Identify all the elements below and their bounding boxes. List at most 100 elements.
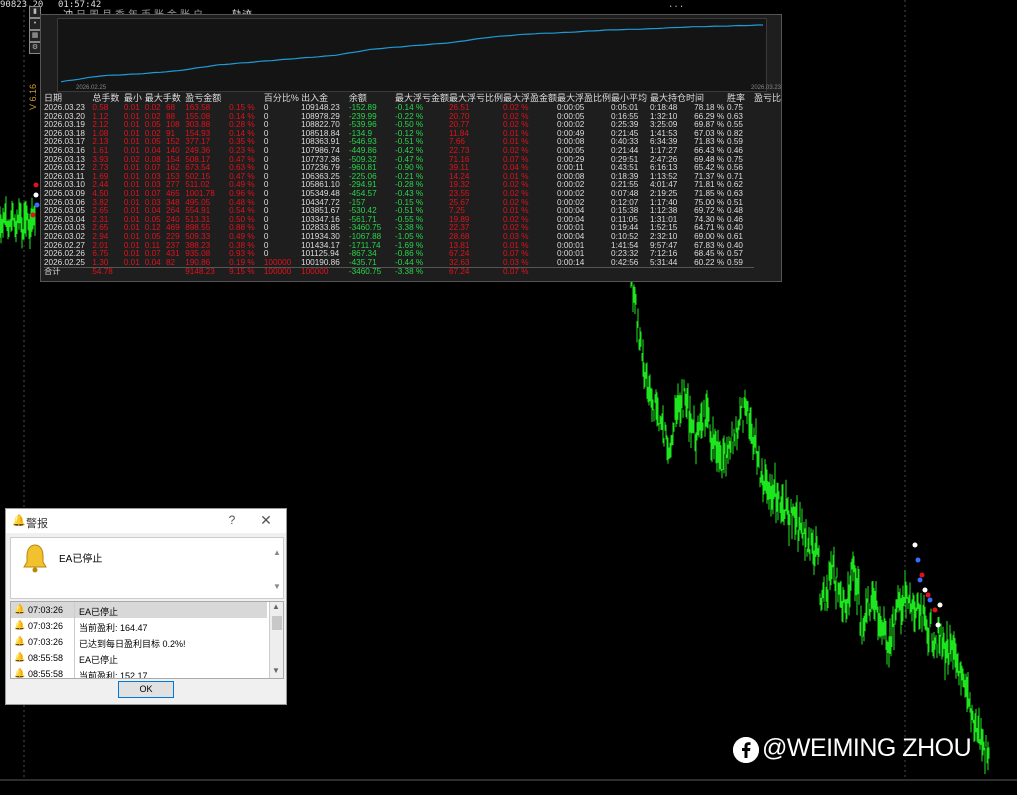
table-cell: 0 [263, 111, 269, 121]
equity-curve-chart: 2026.02.25 2026.03.23 [57, 18, 781, 92]
chevron-up-icon[interactable]: ▲ [273, 548, 281, 557]
table-cell: 60.22 % [694, 257, 725, 267]
table-cell: 0 [263, 206, 269, 216]
column-separator [74, 650, 75, 666]
column-header[interactable]: 百分比% [264, 91, 301, 104]
bell-icon: 🔔 [14, 652, 26, 662]
trade-marker [919, 572, 925, 578]
daily-stats-table: 日期 总手数 最小 最大手数 盈亏金额 百分比% 出入金 余额 最大浮亏金额 最大浮亏比例 最大浮盈… [44, 91, 781, 277]
total-cell [650, 267, 695, 277]
table-cell: 0 [263, 180, 269, 190]
trade-marker [932, 607, 938, 613]
trade-marker [33, 192, 39, 198]
alert-list-item[interactable]: 🔔 08:55:58 当前盈利: 152.17 [11, 666, 267, 679]
total-cell: 100000 [263, 267, 302, 277]
watermark-label: @WEIMING ZHOU [762, 734, 972, 762]
total-cell [144, 267, 166, 277]
alert-time: 07:03:26 [28, 637, 64, 647]
alert-text: EA已停止 [79, 655, 119, 665]
column-separator [74, 634, 75, 650]
alert-list-item[interactable]: 🔔 07:03:26 EA已停止 [11, 602, 267, 618]
total-cell: -3460.75 [348, 267, 395, 277]
chevron-down-icon[interactable]: ▼ [273, 582, 281, 591]
trade-marker [922, 587, 928, 593]
list-scrollbar[interactable]: ▲ ▼ [269, 602, 283, 678]
total-cell: 9.15 % [229, 267, 264, 277]
alert-titlebar: 🔔 警报 ? ✕ [6, 509, 286, 533]
trade-marker [935, 622, 941, 628]
table-cell: 0 [263, 154, 269, 164]
watermark-text: @WEIMING ZHOU [732, 734, 972, 763]
trade-marker [917, 577, 923, 583]
alert-text: 已达到每日盈利目标 0.2%! [79, 639, 186, 649]
bell-icon: 🔔 [14, 636, 26, 646]
close-button[interactable]: ✕ [258, 512, 274, 529]
column-separator [74, 602, 75, 618]
table-cell: 0 [263, 145, 269, 155]
chevron-down-icon[interactable]: ▼ [272, 666, 280, 675]
top-right-text: ... [668, 0, 685, 10]
total-cell [165, 267, 186, 277]
total-cell [611, 267, 650, 277]
trade-marker [912, 542, 918, 548]
table-cell: 0 [263, 137, 269, 147]
trade-marker [927, 597, 933, 603]
bell-icon [23, 544, 47, 573]
equity-line [60, 24, 763, 83]
trade-marker [915, 557, 921, 563]
total-cell [694, 267, 728, 277]
alert-history-list[interactable]: 🔔 07:03:26 EA已停止 🔔 07:03:26 当前盈利: 164.47 🔔 07:0… [10, 601, 284, 679]
table-cell: 0 [263, 197, 269, 207]
total-cell [557, 267, 612, 277]
alert-title: 警报 [26, 518, 48, 530]
ok-button[interactable]: OK [118, 681, 174, 698]
version-label: V 6.16 [28, 84, 38, 111]
table-cell: 0:00:14 [557, 257, 585, 267]
chevron-up-icon[interactable]: ▲ [272, 602, 280, 611]
total-cell: 67.24 [449, 267, 504, 277]
trade-marker [30, 212, 36, 218]
alert-text: 当前盈利: 152.17 [79, 671, 148, 679]
total-cell: -3.38 % [394, 267, 449, 277]
table-cell: 0 [263, 120, 269, 130]
bell-icon: 🔔 [14, 620, 26, 630]
total-cell: 54.78 [92, 267, 124, 277]
stats-panel: 2026.02.25 2026.03.23 日期 总手数 最小 最大手数 盈亏金额 百分比… [40, 14, 782, 282]
table-cell: 0.04 [144, 257, 161, 267]
trade-marker [34, 202, 40, 208]
total-cell [123, 267, 145, 277]
alert-time: 07:03:26 [28, 605, 64, 615]
table-cell: 0.59 [727, 257, 743, 267]
alert-time: 07:03:26 [28, 621, 64, 631]
table-cell: 0 [263, 171, 269, 181]
column-header[interactable]: 盈亏比 [754, 91, 781, 104]
table-cell: 0 [263, 240, 269, 250]
table-cell: 0 [263, 214, 269, 224]
alert-message-area: EA已停止 ▲ ▼ [10, 537, 284, 599]
total-cell: 100000 [301, 267, 349, 277]
table-total-row: 合计 54.78 9148.23 9.15 % 100000 100000 -3460.75… [44, 267, 781, 277]
table-cell: 0 [263, 223, 269, 233]
table-cell: 0 [263, 188, 269, 198]
table-cell: 0:42:56 [611, 257, 639, 267]
alert-list-item[interactable]: 🔔 07:03:26 已达到每日盈利目标 0.2%! [11, 634, 267, 650]
total-cell: 9148.23 [185, 267, 230, 277]
alert-list-item[interactable]: 🔔 08:55:58 EA已停止 [11, 650, 267, 666]
total-cell: 0.07 % [503, 267, 558, 277]
column-separator [74, 618, 75, 634]
bell-icon: 🔔 [14, 604, 26, 614]
alert-time: 08:55:58 [28, 653, 64, 663]
table-cell: 5:31:44 [650, 257, 678, 267]
table-cell: 0 [263, 163, 269, 173]
alert-dialog: 🔔 警报 ? ✕ EA已停止 ▲ ▼ 🔔 07:03:26 EA已停止 🔔 07:03:… [5, 508, 287, 705]
alert-list-item[interactable]: 🔔 07:03:26 当前盈利: 164.47 [11, 618, 267, 634]
trade-marker [33, 182, 39, 188]
scroll-thumb[interactable] [272, 616, 282, 630]
alert-message: EA已停止 [59, 554, 103, 565]
table-cell: 82 [165, 257, 176, 267]
table-cell: 0 [263, 231, 269, 241]
table-cell: 0 [263, 103, 269, 112]
trade-marker [925, 592, 931, 598]
help-button[interactable]: ? [224, 513, 240, 527]
table-cell: 0 [263, 128, 269, 138]
